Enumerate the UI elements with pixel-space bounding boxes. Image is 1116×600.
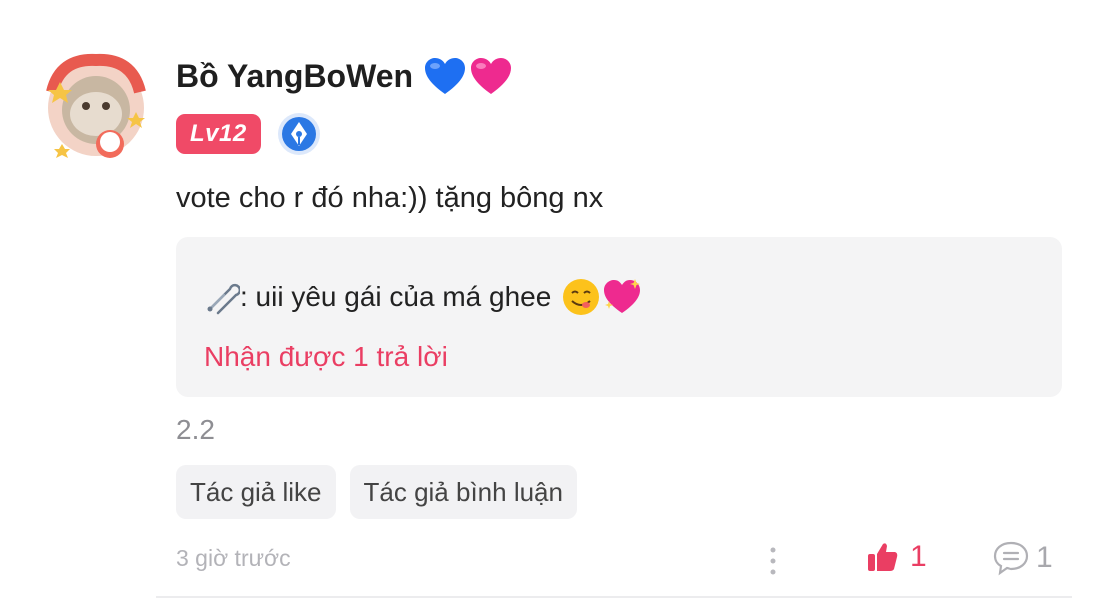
tag-author-like: Tác giả like [176, 465, 336, 519]
username-row: Bồ YangBoWen [176, 56, 513, 96]
reply-preview-line: : uii yêu gái của má ghee [204, 277, 643, 317]
name-emoji-group [423, 56, 513, 96]
reply-preview-text: : uii yêu gái của má ghee [240, 281, 552, 312]
reply-count-link[interactable]: Nhận được 1 trả lời [204, 341, 448, 373]
tag-row: Tác giả like Tác giả bình luận [176, 465, 577, 519]
reply-preview-box[interactable]: : uii yêu gái của má ghee Nhận được 1 tr… [176, 237, 1062, 397]
tag-author-reply: Tác giả bình luận [349, 465, 577, 519]
thumbs-up-icon [868, 543, 898, 571]
sparkling-heart-icon [604, 279, 641, 313]
divider [156, 596, 1072, 598]
version-label: 2.2 [176, 414, 215, 445]
level-badge[interactable]: Lv12 [176, 114, 261, 154]
yum-face-icon [563, 279, 600, 315]
comment-text: vote cho r đó nha:)) tặng bông nx [176, 182, 604, 214]
reply-button[interactable]: 1 [992, 540, 1053, 576]
username[interactable]: Bồ YangBoWen [176, 58, 413, 95]
like-button[interactable]: 1 [866, 540, 927, 574]
badge-row: Lv12 [176, 112, 321, 156]
blue-heart-icon [425, 58, 466, 94]
reply-count: 1 [1036, 541, 1053, 574]
comment-bubble-icon [993, 541, 1029, 576]
safety-pin-icon [207, 283, 240, 315]
pink-heart-icon [471, 58, 512, 94]
like-count: 1 [910, 540, 927, 573]
user-avatar[interactable] [40, 52, 152, 164]
more-options-icon[interactable] [766, 544, 780, 578]
timestamp: 3 giờ trước [176, 545, 291, 571]
pen-nib-badge-icon[interactable] [277, 112, 321, 156]
